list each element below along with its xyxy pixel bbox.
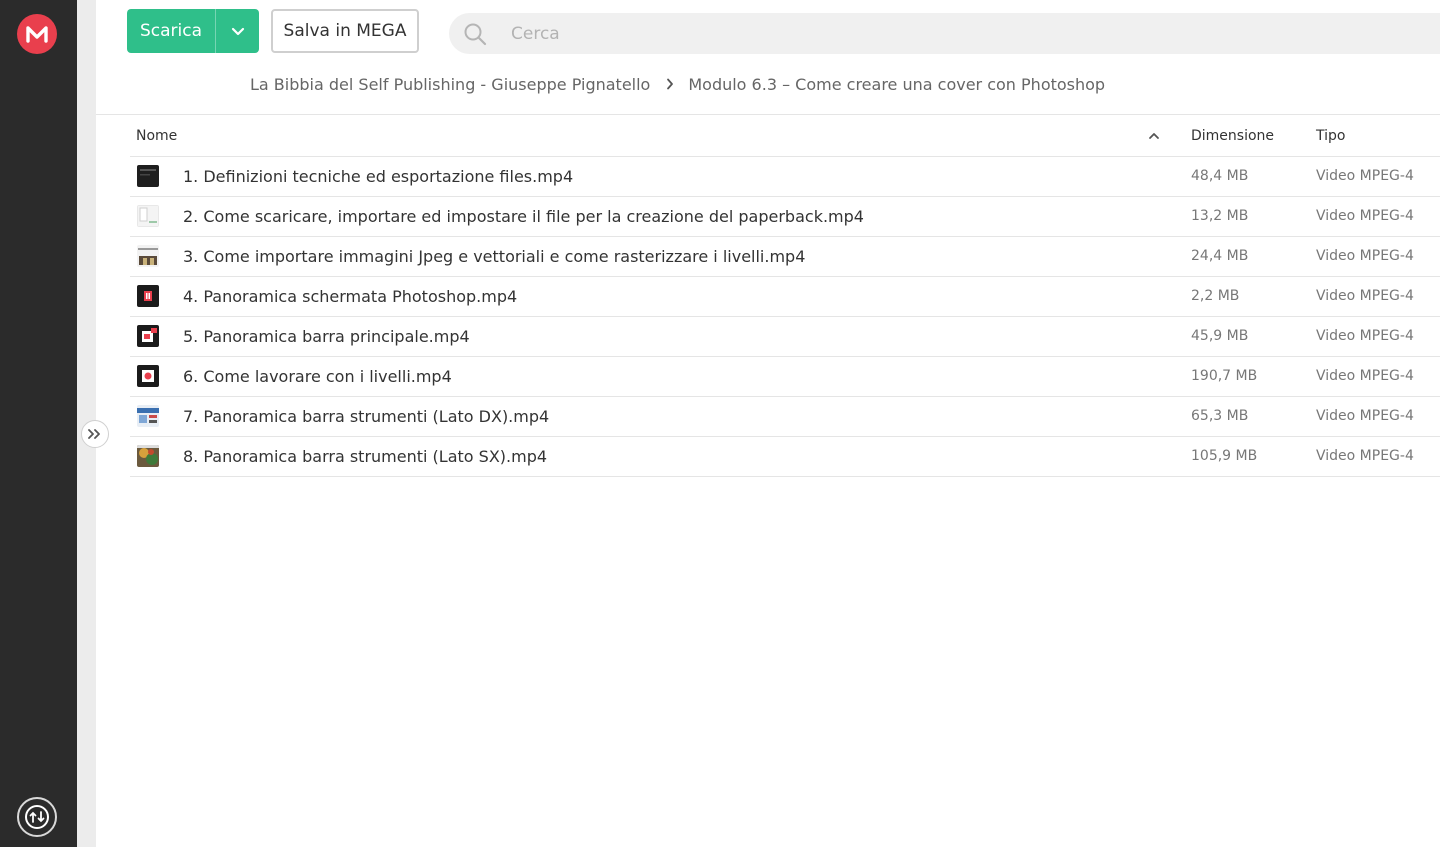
file-size: 24,4 MB	[1191, 248, 1249, 264]
file-list: 1. Definizioni tecniche ed esportazione …	[130, 157, 1440, 477]
file-name: 1. Definizioni tecniche ed esportazione …	[183, 167, 574, 186]
file-name: 5. Panoramica barra principale.mp4	[183, 327, 470, 346]
chevron-right-icon	[666, 78, 674, 90]
column-header-size[interactable]: Dimensione	[1191, 115, 1274, 156]
file-size: 105,9 MB	[1191, 448, 1258, 464]
file-type: Video MPEG-4	[1316, 408, 1414, 424]
file-type: Video MPEG-4	[1316, 168, 1414, 184]
sort-ascending-icon[interactable]	[1148, 115, 1160, 156]
download-button-label: Scarica	[139, 21, 203, 41]
file-size: 190,7 MB	[1191, 368, 1258, 384]
file-size: 13,2 MB	[1191, 208, 1249, 224]
save-to-mega-button[interactable]: Salva in MEGA	[271, 9, 419, 53]
column-header-type[interactable]: Tipo	[1316, 115, 1345, 156]
breadcrumb-item-parent[interactable]: La Bibbia del Self Publishing - Giuseppe…	[250, 75, 650, 94]
main-panel: Scarica Salva in MEGA La Bibbia del Self…	[96, 0, 1440, 847]
file-name: 4. Panoramica schermata Photoshop.mp4	[183, 287, 518, 306]
table-row[interactable]: 2. Come scaricare, importare ed impostar…	[130, 197, 1440, 237]
table-row[interactable]: 4. Panoramica schermata Photoshop.mp4 2,…	[130, 277, 1440, 317]
table-row[interactable]: 7. Panoramica barra strumenti (Lato DX).…	[130, 397, 1440, 437]
video-thumbnail-icon	[137, 205, 159, 227]
table-row[interactable]: 8. Panoramica barra strumenti (Lato SX).…	[130, 437, 1440, 477]
file-type: Video MPEG-4	[1316, 448, 1414, 464]
breadcrumb-item-current[interactable]: Modulo 6.3 – Come creare una cover con P…	[688, 75, 1105, 94]
video-thumbnail-icon	[137, 365, 159, 387]
file-name: 6. Come lavorare con i livelli.mp4	[183, 367, 452, 386]
video-thumbnail-icon	[137, 245, 159, 267]
column-header-name[interactable]: Nome	[136, 115, 177, 156]
file-size: 45,9 MB	[1191, 328, 1249, 344]
video-thumbnail-icon	[137, 445, 159, 467]
search-bar[interactable]	[449, 13, 1440, 54]
table-row[interactable]: 5. Panoramica barra principale.mp4 45,9 …	[130, 317, 1440, 357]
chevron-down-icon	[231, 27, 244, 35]
file-name: 2. Come scaricare, importare ed impostar…	[183, 207, 864, 226]
video-thumbnail-icon	[137, 285, 159, 307]
transfers-icon[interactable]	[17, 797, 57, 837]
file-type: Video MPEG-4	[1316, 328, 1414, 344]
file-name: 8. Panoramica barra strumenti (Lato SX).…	[183, 447, 548, 466]
download-options-button[interactable]	[216, 9, 259, 53]
file-name: 7. Panoramica barra strumenti (Lato DX).…	[183, 407, 550, 426]
sidebar	[0, 0, 77, 847]
table-header: Nome Dimensione Tipo	[130, 115, 1440, 157]
file-size: 65,3 MB	[1191, 408, 1249, 424]
file-size: 48,4 MB	[1191, 168, 1249, 184]
mega-logo-icon[interactable]	[17, 14, 57, 54]
table-row[interactable]: 6. Come lavorare con i livelli.mp4 190,7…	[130, 357, 1440, 397]
file-type: Video MPEG-4	[1316, 368, 1414, 384]
table-row[interactable]: 1. Definizioni tecniche ed esportazione …	[130, 157, 1440, 197]
file-name: 3. Come importare immagini Jpeg e vettor…	[183, 247, 806, 266]
search-input[interactable]	[509, 22, 1393, 45]
file-type: Video MPEG-4	[1316, 248, 1414, 264]
download-button[interactable]: Scarica	[127, 9, 259, 53]
search-icon	[449, 22, 501, 46]
file-type: Video MPEG-4	[1316, 288, 1414, 304]
file-type: Video MPEG-4	[1316, 208, 1414, 224]
file-size: 2,2 MB	[1191, 288, 1240, 304]
video-thumbnail-icon	[137, 165, 159, 187]
video-thumbnail-icon	[137, 325, 159, 347]
video-thumbnail-icon	[137, 405, 159, 427]
table-row[interactable]: 3. Come importare immagini Jpeg e vettor…	[130, 237, 1440, 277]
breadcrumb: La Bibbia del Self Publishing - Giuseppe…	[250, 72, 1105, 96]
